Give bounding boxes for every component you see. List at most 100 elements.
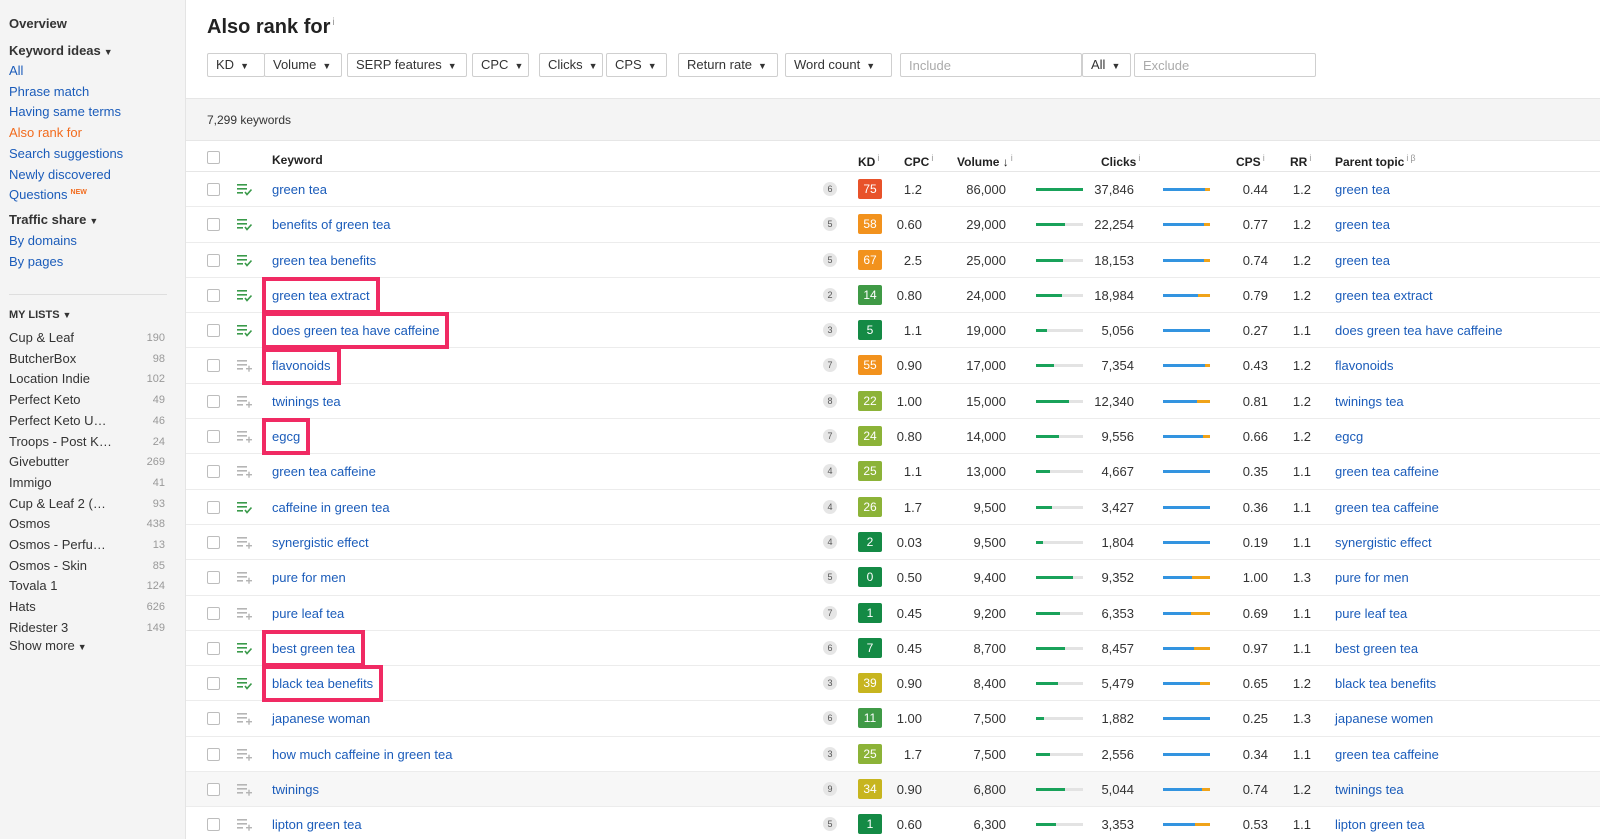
keyword-link[interactable]: caffeine in green tea: [272, 500, 390, 515]
list-item[interactable]: Perfect Keto U… 46: [9, 413, 165, 431]
sidebar-link-by-pages[interactable]: By pages: [9, 254, 63, 269]
sidebar-link-also-rank-for[interactable]: Also rank for: [9, 125, 82, 140]
parent-topic-link[interactable]: black tea benefits: [1335, 676, 1436, 691]
keyword-link[interactable]: egcg: [272, 429, 300, 444]
exclude-input[interactable]: [1134, 53, 1316, 77]
row-checkbox[interactable]: [207, 818, 220, 832]
add-to-list-icon[interactable]: [237, 711, 252, 726]
add-to-list-icon[interactable]: [237, 570, 252, 584]
sidebar-link-all[interactable]: All: [9, 63, 23, 78]
row-checkbox[interactable]: [207, 606, 220, 620]
list-item[interactable]: Location Indie 102: [9, 371, 165, 389]
list-item[interactable]: Osmos - Skin 85: [9, 558, 165, 576]
filter-serp-features[interactable]: SERP features ▼: [347, 53, 467, 77]
list-item[interactable]: ButcherBox 98: [9, 351, 165, 369]
list-item[interactable]: Perfect Keto 49: [9, 392, 165, 410]
parent-topic-link[interactable]: green tea: [1335, 182, 1390, 197]
parent-topic-link[interactable]: green tea caffeine: [1335, 464, 1439, 479]
parent-topic-link[interactable]: pure for men: [1335, 570, 1409, 585]
parent-topic-link[interactable]: pure leaf tea: [1335, 606, 1407, 621]
sidebar-link-phrase-match[interactable]: Phrase match: [9, 84, 89, 99]
row-checkbox[interactable]: [207, 712, 220, 726]
parent-topic-link[interactable]: twinings tea: [1335, 394, 1404, 409]
row-checkbox[interactable]: [207, 747, 220, 761]
col-clicks[interactable]: Clicks i: [1101, 153, 1140, 169]
keyword-link[interactable]: green tea caffeine: [272, 464, 376, 479]
parent-topic-link[interactable]: green tea: [1335, 253, 1390, 268]
add-to-list-icon[interactable]: [237, 535, 252, 549]
sidebar-link-by-domains[interactable]: By domains: [9, 233, 77, 248]
saved-to-list-icon[interactable]: [237, 217, 253, 232]
list-item[interactable]: Cup & Leaf 190: [9, 330, 165, 348]
row-checkbox[interactable]: [207, 677, 220, 691]
sidebar-link-having-same-terms[interactable]: Having same terms: [9, 104, 121, 119]
sidebar-link-search-suggestions[interactable]: Search suggestions: [9, 146, 123, 161]
list-item[interactable]: Hats 626: [9, 599, 165, 617]
sidebar-link-questions[interactable]: Questions NEW: [9, 187, 87, 202]
filter-volume[interactable]: Volume ▼: [264, 53, 342, 77]
row-checkbox[interactable]: [207, 535, 220, 549]
parent-topic-link[interactable]: synergistic effect: [1335, 535, 1432, 550]
add-to-list-icon[interactable]: [237, 606, 252, 620]
parent-topic-link[interactable]: green tea extract: [1335, 288, 1433, 303]
row-checkbox[interactable]: [207, 571, 220, 585]
sidebar-traffic-share[interactable]: Traffic share ▼: [9, 212, 98, 227]
keyword-link[interactable]: how much caffeine in green tea: [272, 747, 452, 762]
keyword-link[interactable]: green tea extract: [272, 288, 370, 303]
sidebar-overview[interactable]: Overview: [9, 16, 67, 31]
saved-to-list-icon[interactable]: [237, 676, 253, 690]
row-checkbox[interactable]: [207, 641, 220, 655]
add-to-list-icon[interactable]: [237, 747, 252, 761]
keyword-link[interactable]: synergistic effect: [272, 535, 369, 550]
keyword-link[interactable]: twinings: [272, 782, 319, 797]
list-item[interactable]: Osmos 438: [9, 516, 165, 534]
filter-cps[interactable]: CPS ▼: [606, 53, 667, 77]
parent-topic-link[interactable]: does green tea have caffeine: [1335, 323, 1502, 338]
list-item[interactable]: Osmos - Perfu… 13: [9, 537, 165, 555]
list-item[interactable]: Immigo 41: [9, 475, 165, 493]
row-checkbox[interactable]: [207, 183, 220, 196]
parent-topic-link[interactable]: flavonoids: [1335, 358, 1394, 373]
row-checkbox[interactable]: [207, 465, 220, 479]
keyword-link[interactable]: does green tea have caffeine: [272, 323, 439, 338]
col-parent-topic[interactable]: Parent topic i β: [1335, 153, 1416, 169]
keyword-link[interactable]: best green tea: [272, 641, 355, 656]
include-input[interactable]: [900, 53, 1082, 77]
row-checkbox[interactable]: [207, 430, 220, 444]
col-volume[interactable]: Volume ↓ i: [957, 153, 1013, 169]
list-item[interactable]: Troops - Post K… 24: [9, 434, 165, 452]
keyword-link[interactable]: green tea benefits: [272, 253, 376, 268]
col-cpc[interactable]: CPC i: [904, 153, 933, 169]
saved-to-list-icon[interactable]: [237, 641, 253, 655]
parent-topic-link[interactable]: green tea caffeine: [1335, 747, 1439, 762]
saved-to-list-icon[interactable]: [237, 182, 253, 196]
sidebar-keyword-ideas[interactable]: Keyword ideas ▼: [9, 43, 113, 58]
row-checkbox[interactable]: [207, 359, 220, 373]
keyword-link[interactable]: pure leaf tea: [272, 606, 344, 621]
list-item[interactable]: Givebutter 269: [9, 454, 165, 472]
saved-to-list-icon[interactable]: [237, 253, 253, 267]
row-checkbox[interactable]: [207, 253, 220, 267]
col-kd[interactable]: KD i: [858, 153, 879, 169]
sidebar-link-newly-discovered[interactable]: Newly discovered: [9, 167, 111, 182]
row-checkbox[interactable]: [207, 218, 220, 232]
parent-topic-link[interactable]: green tea: [1335, 217, 1390, 232]
row-checkbox[interactable]: [207, 500, 220, 514]
filter-cpc[interactable]: CPC ▼: [472, 53, 529, 77]
list-item[interactable]: Cup & Leaf 2 (… 93: [9, 496, 165, 514]
info-icon[interactable]: i: [332, 17, 334, 28]
parent-topic-link[interactable]: green tea caffeine: [1335, 500, 1439, 515]
saved-to-list-icon[interactable]: [237, 288, 253, 302]
add-to-list-icon[interactable]: [237, 358, 252, 373]
keyword-link[interactable]: benefits of green tea: [272, 217, 391, 232]
select-all-checkbox[interactable]: [207, 151, 220, 164]
keyword-link[interactable]: flavonoids: [272, 358, 331, 373]
include-scope-select[interactable]: All ▼: [1082, 53, 1131, 77]
filter-kd[interactable]: KD ▼: [207, 53, 265, 77]
parent-topic-link[interactable]: japanese women: [1335, 711, 1433, 726]
add-to-list-icon[interactable]: [237, 817, 252, 832]
filter-return-rate[interactable]: Return rate ▼: [678, 53, 778, 77]
parent-topic-link[interactable]: egcg: [1335, 429, 1363, 444]
keyword-link[interactable]: lipton green tea: [272, 817, 362, 832]
add-to-list-icon[interactable]: [237, 782, 252, 796]
